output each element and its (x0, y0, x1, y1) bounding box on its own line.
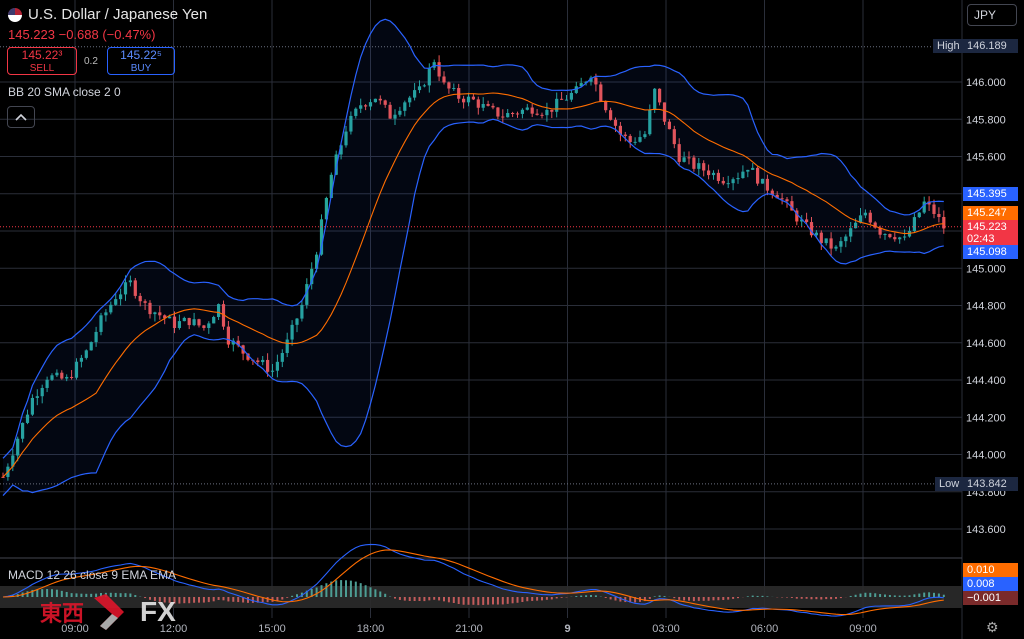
buy-label: BUY (130, 63, 152, 74)
macd-value: 0.010 (963, 563, 1018, 577)
price-tick-label: 145.800 (966, 114, 1006, 126)
price-chart[interactable]: 146.000145.800145.600145.400145.200145.0… (0, 0, 1024, 639)
bb-fill (3, 19, 944, 496)
bb-upper-value: 145.395 (963, 187, 1018, 201)
time-tick-label: 09:00 (849, 623, 877, 635)
bar-countdown: 02:43 (963, 232, 1018, 246)
price-tick-label: 144.400 (966, 375, 1006, 387)
price-tick-label: 144.600 (966, 338, 1006, 350)
sma-value: 145.247 (963, 206, 1018, 220)
logo-fx-text: FX (140, 596, 176, 627)
bb-lower-value: 145.098 (963, 245, 1018, 259)
time-tick-label: 15:00 (258, 623, 286, 635)
sell-label: SELL (29, 63, 55, 74)
collapse-legend-button[interactable] (7, 106, 35, 128)
histogram-value: −0.001 (963, 591, 1018, 605)
tozai-fx-logo: 東西 FX (40, 592, 176, 632)
price-tick-label: 144.200 (966, 412, 1006, 424)
time-tick-label: 21:00 (455, 623, 483, 635)
currency-select[interactable]: JPY (967, 4, 1017, 26)
buy-price: 145.22⁵ (120, 48, 162, 62)
price-change: 145.223 −0.688 (−0.47%) (8, 27, 156, 42)
price-tick-label: 146.000 (966, 77, 1006, 89)
time-tick-label: 06:00 (751, 623, 779, 635)
logo-cn-text: 東西 (40, 602, 85, 627)
sell-button[interactable]: 145.22³ SELL (7, 47, 77, 75)
time-tick-label: 9 (564, 623, 570, 635)
chevron-up-icon (15, 113, 27, 121)
price-tick-label: 145.600 (966, 152, 1006, 164)
macd-legend[interactable]: MACD 12 26 close 9 EMA EMA (8, 568, 176, 582)
bb-legend[interactable]: BB 20 SMA close 2 0 (8, 85, 121, 99)
spread-value: 0.2 (84, 56, 98, 67)
price-tick-label: 143.600 (966, 524, 1006, 536)
us-japan-flag-icon (8, 7, 22, 22)
symbol-title: U.S. Dollar / Japanese Yen (28, 6, 208, 23)
signal-value: 0.008 (963, 577, 1018, 591)
low-value: 143.842 (963, 477, 1018, 491)
symbol-header: U.S. Dollar / Japanese Yen (8, 6, 207, 23)
logo-mark-icon (94, 594, 125, 630)
sell-price: 145.22³ (21, 48, 63, 62)
price-tick-label: 145.000 (966, 263, 1006, 275)
low-label: Low (935, 477, 964, 491)
buy-button[interactable]: 145.22⁵ BUY (107, 47, 175, 75)
time-tick-label: 18:00 (357, 623, 385, 635)
time-tick-label: 03:00 (652, 623, 680, 635)
settings-gear-icon[interactable]: ⚙ (986, 619, 999, 636)
price-tick-label: 144.800 (966, 301, 1006, 313)
high-label: High (933, 39, 964, 53)
high-value: 146.189 (963, 39, 1018, 53)
price-tick-label: 144.000 (966, 450, 1006, 462)
